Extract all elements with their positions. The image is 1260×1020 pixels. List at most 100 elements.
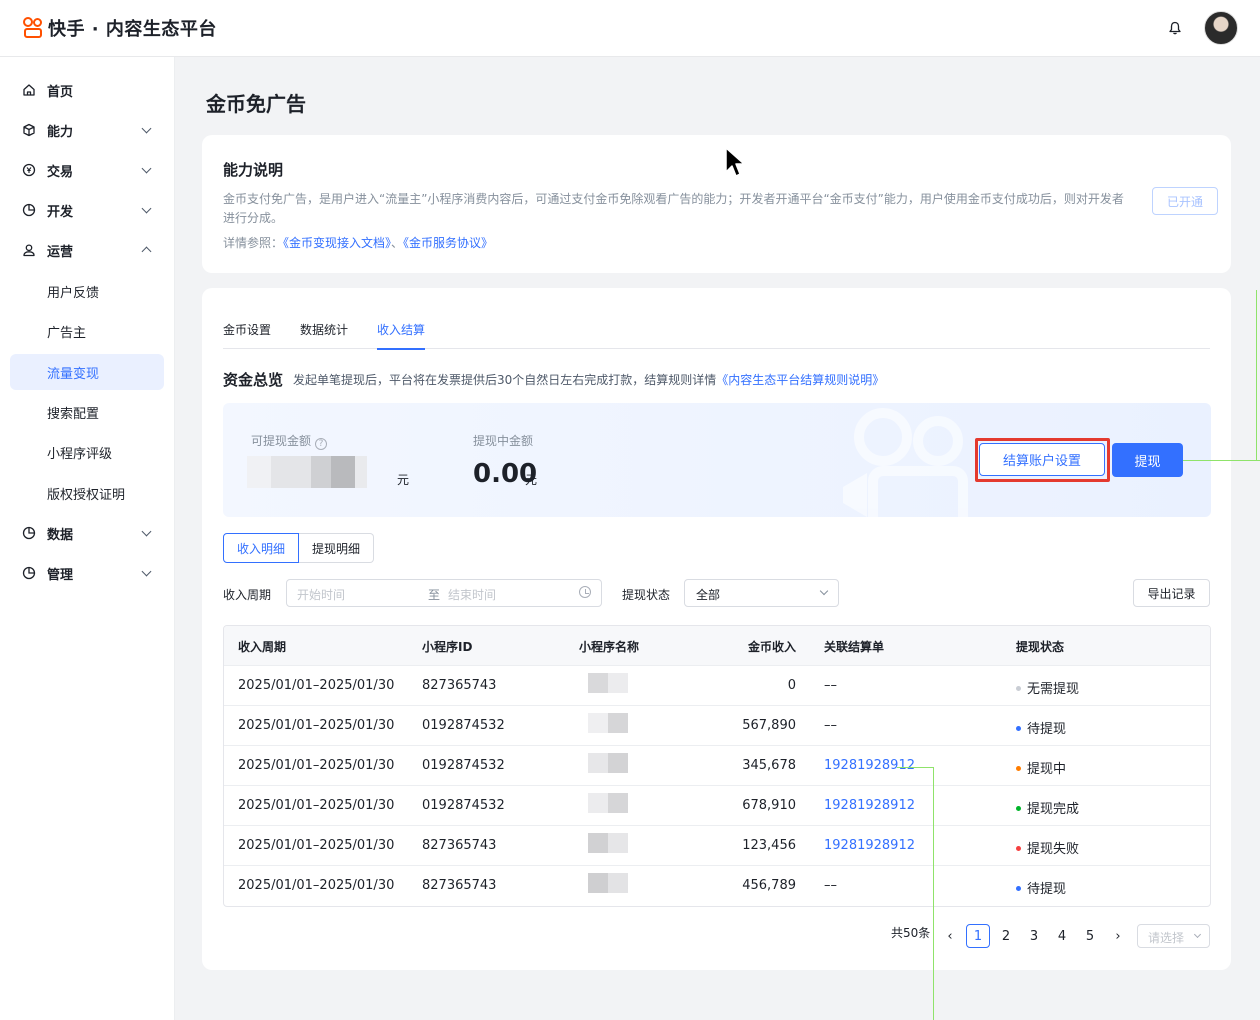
sidebar-item-label: 数据 bbox=[47, 527, 74, 543]
withdraw-button[interactable]: 提现 bbox=[1112, 443, 1183, 477]
pie-icon bbox=[22, 526, 36, 540]
page-5-button[interactable]: 5 bbox=[1078, 924, 1102, 948]
status-cell: 提现失败 bbox=[1016, 838, 1079, 857]
tab-coin-settings[interactable]: 金币设置 bbox=[223, 321, 271, 348]
app-id-cell: 827365743 bbox=[422, 678, 497, 693]
app-name-redacted bbox=[588, 753, 628, 773]
yen-icon bbox=[22, 163, 36, 177]
column-header: 小程序名称 bbox=[579, 640, 640, 654]
bill-link[interactable]: 19281928912 bbox=[824, 758, 915, 773]
table-row: 2025/01/01–2025/01/30 0192874532 678,910… bbox=[224, 786, 1210, 826]
period-cell: 2025/01/01–2025/01/30 bbox=[238, 678, 395, 693]
settlement-rules-link[interactable]: 《内容生态平台结算规则说明》 bbox=[716, 373, 884, 387]
withdraw-detail-tab[interactable]: 提现明细 bbox=[299, 533, 375, 563]
bell-icon[interactable] bbox=[1168, 21, 1182, 35]
funds-note-text: 发起单笔提现后，平台将在发票提供后30个自然日左右完成打款，结算规则详情 bbox=[293, 373, 717, 387]
column-header: 金币收入 bbox=[747, 640, 796, 654]
date-range-picker[interactable]: 开始时间 至 结束时间 bbox=[286, 579, 602, 607]
coin-income-cell: 0 bbox=[787, 678, 796, 693]
annotation-line bbox=[1256, 290, 1257, 460]
bill-cell: 19281928912 bbox=[824, 798, 915, 813]
sidebar-item-develop[interactable]: 开发 bbox=[10, 192, 164, 228]
brand-logo[interactable]: 快手 · 内容生态平台 bbox=[22, 15, 217, 41]
prev-page-button[interactable]: ‹ bbox=[938, 924, 962, 948]
sidebar-item-label: 首页 bbox=[47, 84, 74, 100]
tab-bar: 金币设置 数据统计 收入结算 bbox=[223, 316, 1210, 350]
annotation-line bbox=[933, 767, 934, 1020]
coin-income-cell: 567,890 bbox=[742, 718, 796, 733]
chevron-down-icon bbox=[141, 123, 152, 134]
bill-link[interactable]: 19281928912 bbox=[824, 838, 915, 853]
page-4-button[interactable]: 4 bbox=[1050, 924, 1074, 948]
page-size-placeholder: 请选择 bbox=[1148, 931, 1185, 945]
agreement-link[interactable]: 《金币服务协议》 bbox=[403, 236, 493, 250]
chevron-down-icon bbox=[141, 526, 152, 537]
tab-income-settlement[interactable]: 收入结算 bbox=[377, 321, 426, 350]
status-cell: 提现完成 bbox=[1016, 798, 1079, 817]
brand-title: 快手 · 内容生态平台 bbox=[48, 19, 217, 40]
capability-references: 详情参照：《金币变现接入文档》、《金币服务协议》 bbox=[223, 234, 493, 251]
sidebar-item-trade[interactable]: 交易 bbox=[10, 152, 164, 188]
page-2-button[interactable]: 2 bbox=[994, 924, 1018, 948]
column-header: 收入周期 bbox=[238, 640, 287, 654]
doc-link[interactable]: 《金币变现接入文档》 bbox=[283, 236, 391, 250]
sidebar-item-user-feedback[interactable]: 用户反馈 bbox=[10, 273, 164, 309]
tab-data-stats[interactable]: 数据统计 bbox=[300, 321, 348, 348]
period-cell: 2025/01/01–2025/01/30 bbox=[238, 718, 395, 733]
status-dot bbox=[1016, 726, 1021, 731]
end-date-input[interactable]: 结束时间 bbox=[448, 586, 496, 603]
bill-link[interactable]: 19281928912 bbox=[824, 798, 915, 813]
app-id-cell: 0192874532 bbox=[422, 718, 505, 733]
sidebar-item-capability[interactable]: 能力 bbox=[10, 112, 164, 148]
enabled-button[interactable]: 已开通 bbox=[1152, 187, 1218, 215]
sidebar-item-data[interactable]: 数据 bbox=[10, 515, 164, 551]
withdrawable-amount-redacted bbox=[247, 456, 367, 488]
capability-description: 金币支付免广告，是用户进入“流量主”小程序消费内容后，可通过支付金币免除观看广告… bbox=[223, 192, 1124, 225]
period-cell: 2025/01/01–2025/01/30 bbox=[238, 798, 395, 813]
sidebar-item-search-config[interactable]: 搜索配置 bbox=[10, 394, 164, 430]
user-avatar[interactable] bbox=[1204, 11, 1238, 45]
sidebar-item-label: 能力 bbox=[47, 124, 74, 140]
app-id-cell: 827365743 bbox=[422, 878, 497, 893]
sidebar-item-manage[interactable]: 管理 bbox=[10, 555, 164, 591]
coin-income-cell: 123,456 bbox=[742, 838, 796, 853]
kuaishou-watermark-icon bbox=[843, 408, 968, 517]
table-row: 2025/01/01–2025/01/30 827365743 0 –– 无需提… bbox=[224, 666, 1210, 706]
sidebar-item-operation[interactable]: 运营 bbox=[10, 232, 164, 268]
status-select[interactable]: 全部 bbox=[684, 579, 839, 607]
pagination: ‹ 1 2 3 4 5 › bbox=[938, 924, 1121, 950]
page-3-button[interactable]: 3 bbox=[1022, 924, 1046, 948]
user-icon bbox=[23, 244, 35, 257]
chevron-down-icon bbox=[141, 566, 152, 577]
bill-cell: –– bbox=[824, 678, 837, 693]
sidebar-item-home[interactable]: 首页 bbox=[10, 72, 164, 108]
cube-icon bbox=[23, 123, 35, 137]
capability-title: 能力说明 bbox=[223, 161, 284, 179]
sidebar-item-label: 交易 bbox=[47, 164, 74, 180]
status-dot bbox=[1016, 686, 1021, 691]
sidebar-item-rating[interactable]: 小程序评级 bbox=[10, 434, 164, 470]
start-date-input[interactable]: 开始时间 bbox=[297, 586, 345, 603]
withdrawable-unit: 元 bbox=[397, 473, 410, 487]
sidebar-item-monetization[interactable]: 流量变现 bbox=[10, 354, 164, 390]
sidebar-item-copyright[interactable]: 版权授权证明 bbox=[10, 475, 164, 511]
page-1-button[interactable]: 1 bbox=[966, 924, 990, 948]
income-table: 收入周期 小程序ID 小程序名称 金币收入 关联结算单 提现状态 2025/01… bbox=[223, 625, 1211, 907]
sidebar-item-label: 管理 bbox=[47, 567, 74, 583]
table-row: 2025/01/01–2025/01/30 827365743 456,789 … bbox=[224, 866, 1210, 906]
app-name-redacted bbox=[588, 833, 628, 853]
sidebar: 首页 能力 交易 开发 运营 用户反馈 广告主 流量变现 搜索配置 小程序评级 … bbox=[0, 57, 175, 1020]
question-icon[interactable]: ? bbox=[315, 438, 328, 450]
pending-unit: 元 bbox=[525, 473, 538, 487]
next-page-button[interactable]: › bbox=[1106, 924, 1130, 948]
sidebar-item-advertiser[interactable]: 广告主 bbox=[10, 313, 164, 349]
settlement-account-button[interactable]: 结算账户设置 bbox=[979, 443, 1105, 476]
balance-panel: 可提现金额? 元 提现中金额 0.00 元 结算账户设置 提现 bbox=[223, 403, 1211, 517]
export-button[interactable]: 导出记录 bbox=[1133, 579, 1210, 607]
period-label: 收入周期 bbox=[223, 588, 272, 602]
annotation-line bbox=[1183, 460, 1260, 461]
page-size-select[interactable]: 请选择 bbox=[1137, 924, 1210, 948]
status-cell: 无需提现 bbox=[1016, 678, 1079, 697]
income-detail-tab[interactable]: 收入明细 bbox=[223, 533, 300, 563]
withdrawable-label: 可提现金额? bbox=[251, 432, 328, 450]
